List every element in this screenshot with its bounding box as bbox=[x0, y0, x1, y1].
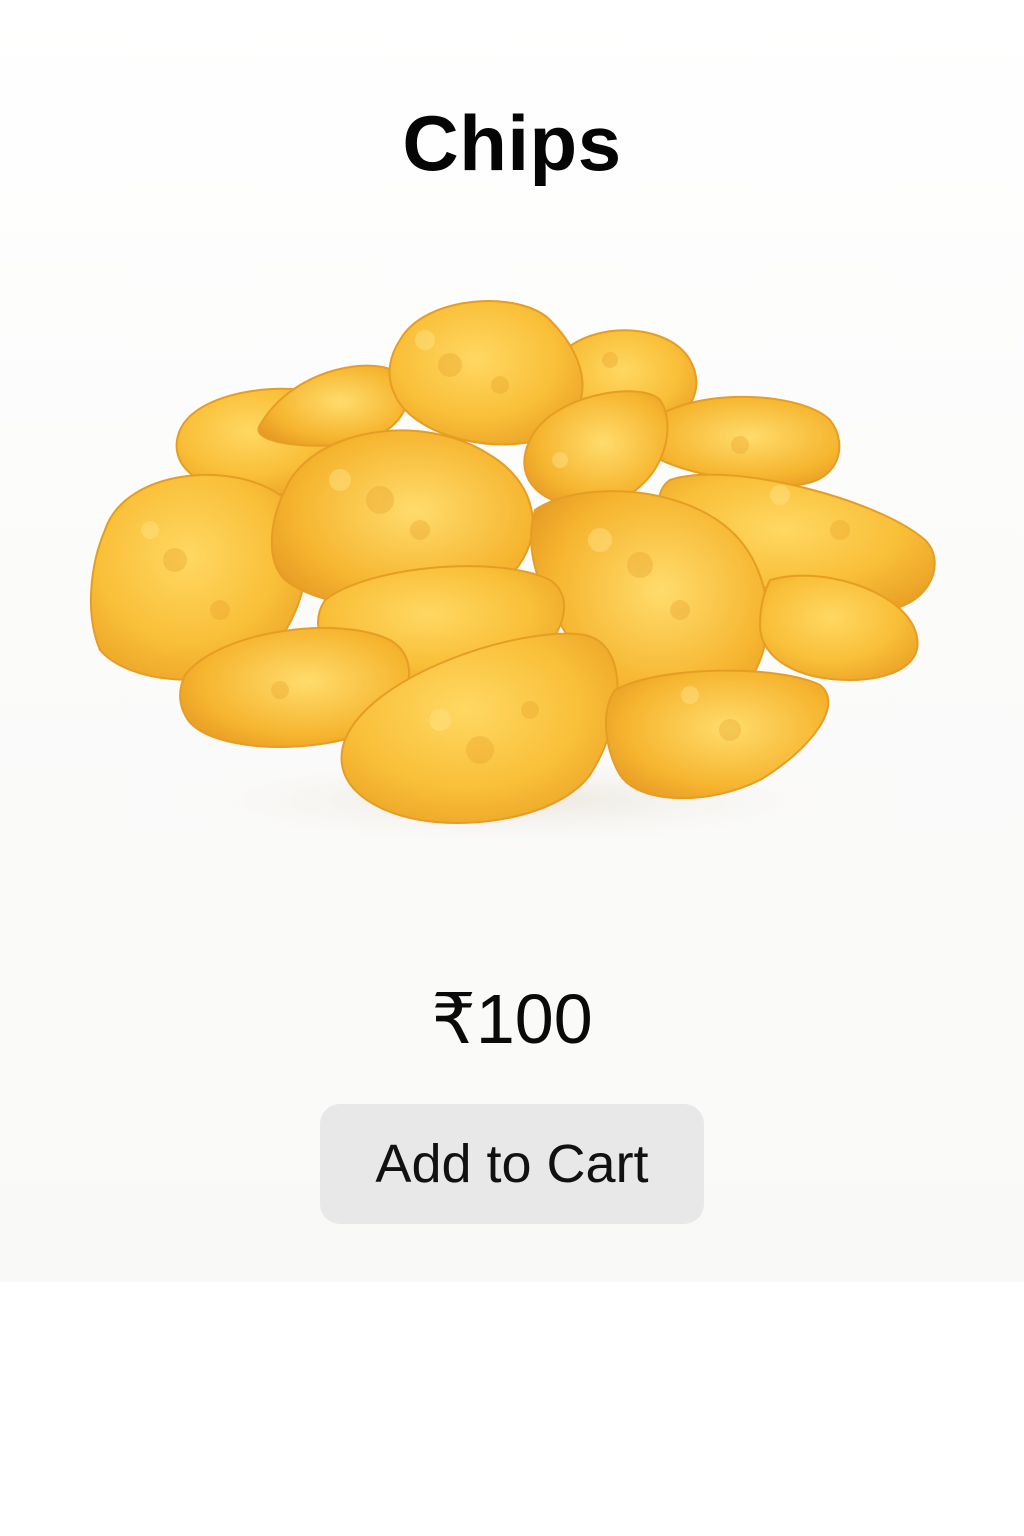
product-price: ₹100 bbox=[431, 980, 593, 1058]
add-to-cart-button[interactable]: Add to Cart bbox=[320, 1104, 704, 1224]
chips-pile-icon bbox=[89, 300, 936, 855]
product-title: Chips bbox=[402, 99, 622, 187]
product-image bbox=[80, 280, 950, 860]
product-card: Chips ₹100 Add to Cart bbox=[0, 0, 1024, 1282]
product-page: Chips ₹100 Add to Cart bbox=[0, 0, 1024, 1536]
